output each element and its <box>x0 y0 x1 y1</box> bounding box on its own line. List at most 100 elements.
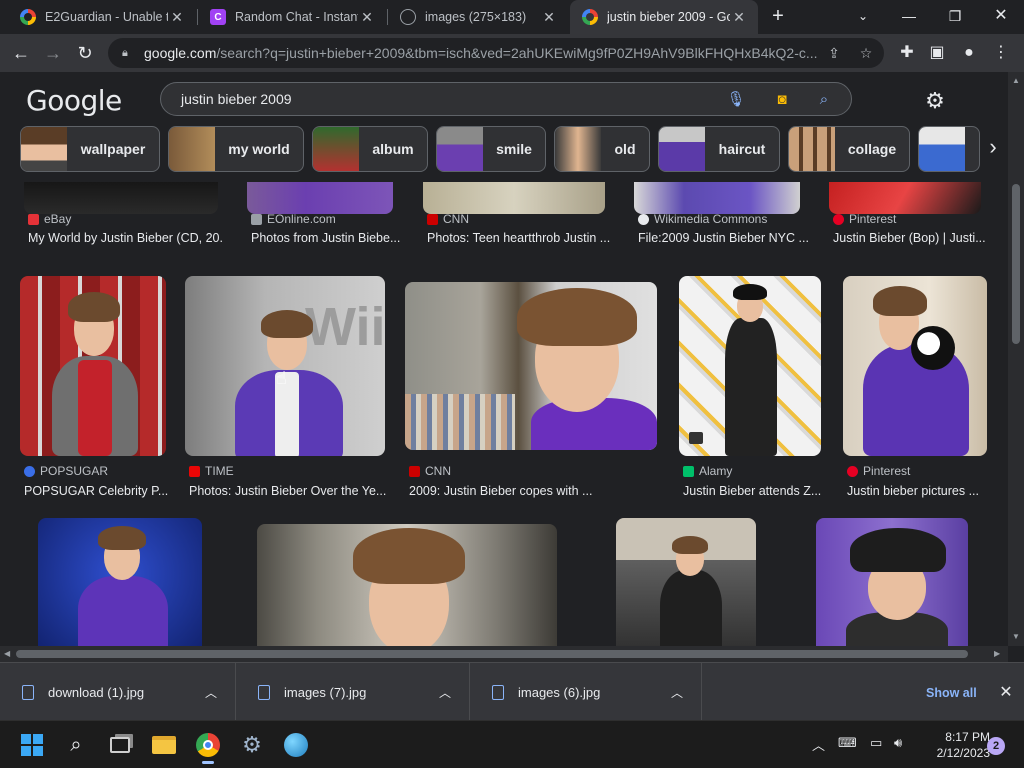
extensions-icon[interactable]: ✚ <box>892 38 922 68</box>
result-caption[interactable]: My World by Justin Bieber (CD, 20... <box>28 231 224 245</box>
chevron-right-icon[interactable]: › <box>982 132 1004 162</box>
chevron-up-icon[interactable]: ︿ <box>665 684 689 701</box>
search-icon[interactable]: ⌕ <box>60 729 92 761</box>
chip-my-world[interactable]: my world <box>168 126 304 172</box>
camera-lens-icon[interactable]: ◙ <box>771 89 793 111</box>
scroll-up-icon[interactable]: ▲ <box>1008 76 1024 85</box>
volume-icon[interactable]: 🔊︎ <box>894 735 902 751</box>
chip-old[interactable]: old <box>554 126 650 172</box>
result-caption[interactable]: POPSUGAR Celebrity P... <box>24 484 174 498</box>
result-image[interactable] <box>247 182 393 214</box>
result-caption[interactable]: Justin Bieber attends Z... <box>683 484 829 498</box>
share-icon[interactable]: ⇪ <box>822 42 846 64</box>
result-source[interactable]: EOnline.com <box>251 212 336 226</box>
chevron-up-icon[interactable]: ︿ <box>199 684 223 701</box>
forward-button[interactable]: → <box>38 38 68 68</box>
result-image[interactable] <box>257 524 557 646</box>
close-downloads-icon[interactable]: ✕ <box>994 681 1018 705</box>
window-close-button[interactable]: ✕ <box>978 0 1024 34</box>
chip-album[interactable]: album <box>312 126 428 172</box>
display-icon[interactable]: ▭ <box>870 735 882 751</box>
result-image[interactable] <box>829 182 981 214</box>
result-image[interactable] <box>24 182 218 214</box>
result-image[interactable]: Wii <box>185 276 385 456</box>
horizontal-scrollbar[interactable]: ◀ ▶ <box>0 646 1008 662</box>
download-item[interactable]: download (1).jpg ︿ <box>0 663 236 721</box>
result-caption[interactable]: Photos: Justin Bieber Over the Ye... <box>189 484 389 498</box>
tab-search-icon[interactable]: ⌄ <box>840 0 886 34</box>
scroll-down-icon[interactable]: ▼ <box>1008 632 1024 641</box>
result-image[interactable] <box>816 518 968 646</box>
show-all-button[interactable]: Show all <box>914 681 989 705</box>
tab-justin-bieber[interactable]: justin bieber 2009 - Go ✕ <box>570 0 758 34</box>
scroll-thumb[interactable] <box>16 650 968 658</box>
google-logo[interactable]: Google <box>26 84 122 117</box>
keyboard-icon[interactable]: ⌨ <box>838 735 857 751</box>
chip-partial[interactable] <box>918 126 980 172</box>
system-clock[interactable]: 8:17 PM 2/12/2023 <box>918 729 990 761</box>
result-caption[interactable]: Photos from Justin Biebe... <box>251 231 401 245</box>
result-source[interactable]: TIME <box>189 464 234 478</box>
download-item[interactable]: images (6).jpg ︿ <box>470 663 702 721</box>
scroll-right-icon[interactable]: ▶ <box>994 646 1000 662</box>
new-tab-button[interactable]: + <box>766 4 790 28</box>
close-icon[interactable]: ✕ <box>358 9 376 26</box>
chevron-up-icon[interactable]: ︿ <box>812 735 825 754</box>
result-caption[interactable]: Justin Bieber (Bop) | Justi... <box>833 231 985 245</box>
close-icon[interactable]: ✕ <box>168 9 186 26</box>
result-image[interactable] <box>679 276 821 456</box>
download-item[interactable]: images (7).jpg ︿ <box>236 663 470 721</box>
search-box[interactable]: justin bieber 2009 🎙︎ ◙ ⌕ <box>160 82 852 116</box>
tab-images[interactable]: images (275×183) ✕ <box>388 0 568 34</box>
result-image[interactable] <box>616 518 756 646</box>
result-source[interactable]: Pinterest <box>833 212 896 226</box>
result-source[interactable]: Alamy <box>683 464 732 478</box>
chip-smile[interactable]: smile <box>436 126 546 172</box>
task-view-icon[interactable] <box>104 729 136 761</box>
result-source[interactable]: CNN <box>409 464 451 478</box>
file-explorer-icon[interactable] <box>148 729 180 761</box>
side-panel-icon[interactable]: ▣ <box>922 38 952 68</box>
vertical-scrollbar[interactable]: ▲ ▼ <box>1008 72 1024 646</box>
reload-button[interactable]: ↻ <box>70 38 100 68</box>
result-image[interactable] <box>634 182 800 214</box>
close-icon[interactable]: ✕ <box>730 9 748 26</box>
bookmark-star-icon[interactable]: ☆ <box>854 42 878 64</box>
result-image[interactable] <box>38 518 202 646</box>
search-icon[interactable]: ⌕ <box>813 89 835 111</box>
result-image[interactable] <box>405 282 657 450</box>
notification-badge[interactable]: 2 <box>987 737 1005 755</box>
tab-e2guardian[interactable]: E2Guardian - Unable to ✕ <box>8 0 196 34</box>
chip-haircut[interactable]: haircut <box>658 126 780 172</box>
chip-wallpaper[interactable]: wallpaper <box>20 126 160 172</box>
result-source[interactable]: CNN <box>427 212 469 226</box>
result-caption[interactable]: Justin bieber pictures ... <box>847 484 991 498</box>
result-source[interactable]: Wikimedia Commons <box>638 212 767 226</box>
result-image[interactable] <box>423 182 605 214</box>
chip-collage[interactable]: collage <box>788 126 910 172</box>
result-image[interactable] <box>843 276 987 456</box>
minimize-button[interactable]: — <box>886 0 932 34</box>
result-caption[interactable]: 2009: Justin Bieber copes with ... <box>409 484 659 498</box>
chevron-up-icon[interactable]: ︿ <box>433 684 457 701</box>
profile-icon[interactable]: ● <box>954 38 984 68</box>
back-button[interactable]: ← <box>6 38 36 68</box>
tab-random-chat[interactable]: C Random Chat - Instant ✕ <box>198 0 386 34</box>
search-input[interactable]: justin bieber 2009 <box>181 91 292 107</box>
start-button[interactable] <box>16 729 48 761</box>
result-source[interactable]: eBay <box>28 212 71 226</box>
result-source[interactable]: POPSUGAR <box>24 464 108 478</box>
result-source[interactable]: Pinterest <box>847 464 910 478</box>
chrome-icon[interactable] <box>192 729 224 764</box>
gear-icon[interactable]: ⚙ <box>922 88 948 114</box>
network-globe-icon[interactable] <box>280 729 312 761</box>
settings-gear-icon[interactable]: ⚙ <box>236 729 268 761</box>
result-caption[interactable]: Photos: Teen heartthrob Justin ... <box>427 231 613 245</box>
scroll-thumb[interactable] <box>1012 184 1020 344</box>
result-caption[interactable]: File:2009 Justin Bieber NYC ... <box>638 231 808 245</box>
menu-kebab-icon[interactable]: ⋮ <box>986 38 1016 68</box>
microphone-icon[interactable]: 🎙︎ <box>725 89 747 111</box>
restore-button[interactable]: ❐ <box>932 0 978 34</box>
result-image[interactable] <box>20 276 166 456</box>
scroll-left-icon[interactable]: ◀ <box>4 646 10 662</box>
